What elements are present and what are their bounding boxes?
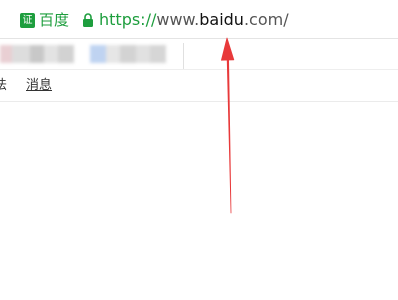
browser-window: 证 百度 https://www.baidu.com/ 法 消息 (0, 0, 398, 300)
nav-link-messages[interactable]: 消息 (26, 76, 52, 96)
site-name: 百度 (39, 11, 70, 29)
bookmark-item-blurred[interactable] (90, 45, 166, 63)
site-identity[interactable]: 证 百度 (20, 10, 69, 30)
nav-divider (0, 101, 398, 102)
url-suffix: .com/ (243, 10, 289, 29)
bookmarks-divider (0, 69, 398, 70)
url-subdomain: www. (156, 10, 200, 29)
address-bar[interactable]: 证 百度 https://www.baidu.com/ (0, 0, 398, 38)
url-field[interactable]: https://www.baidu.com/ (99, 9, 289, 31)
bookmarks-bar (0, 39, 398, 69)
lock-icon (83, 13, 93, 27)
bookmarks-separator (183, 43, 184, 69)
nav-link-partial[interactable]: 法 (0, 76, 7, 96)
url-domain: baidu (199, 10, 244, 29)
certificate-icon[interactable]: 证 (20, 12, 35, 28)
bookmark-item-blurred[interactable] (0, 45, 74, 63)
url-scheme: https:// (99, 10, 157, 29)
